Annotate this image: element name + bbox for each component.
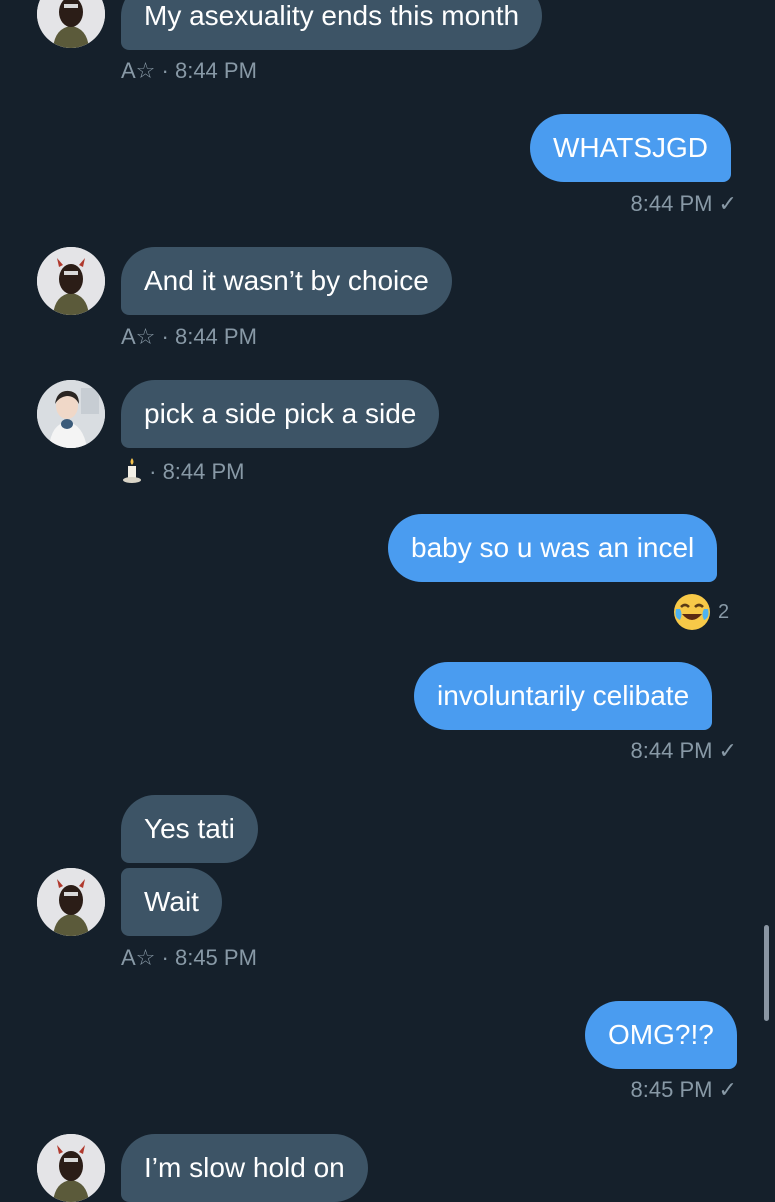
avatar-woman-icon xyxy=(37,380,105,448)
message-meta: A☆ · 8:44 PM xyxy=(121,324,257,350)
message-meta: · 8:44 PM xyxy=(121,456,245,490)
message-meta: A☆ · 8:45 PM xyxy=(121,945,257,971)
message-text: And it wasn’t by choice xyxy=(144,265,429,296)
candle-icon xyxy=(121,456,143,490)
message-text: baby so u was an incel xyxy=(411,532,695,563)
reaction-count: 2 xyxy=(718,600,730,623)
avatar-devil-icon xyxy=(37,1134,105,1202)
avatar-devil[interactable] xyxy=(37,0,105,48)
avatar-devil[interactable] xyxy=(37,1134,105,1202)
message-bubble[interactable]: Wait xyxy=(121,868,222,936)
message-bubble[interactable]: Yes tati xyxy=(121,795,258,863)
timestamp: · 8:44 PM xyxy=(149,458,245,484)
message-bubble[interactable]: I’m slow hold on xyxy=(121,1134,368,1202)
message-text: Wait xyxy=(144,886,199,917)
message-meta: 8:44 PM ✓ xyxy=(580,191,737,217)
avatar-woman[interactable] xyxy=(37,380,105,448)
timestamp: 8:45 PM ✓ xyxy=(630,1077,737,1102)
message-text: I’m slow hold on xyxy=(144,1152,345,1183)
message-bubble[interactable]: And it wasn’t by choice xyxy=(121,247,452,315)
message-text: My asexuality ends this month xyxy=(144,0,520,31)
laughing-crying-emoji-icon xyxy=(674,594,710,630)
message-bubble[interactable]: involuntarily celibate xyxy=(414,662,713,730)
avatar-devil-icon xyxy=(37,247,105,315)
message-bubble[interactable]: My asexuality ends this month xyxy=(121,0,543,50)
avatar-devil-icon xyxy=(37,0,105,48)
message-bubble[interactable]: WHATSJGD xyxy=(530,114,732,182)
timestamp: 8:44 PM ✓ xyxy=(630,191,737,216)
message-bubble[interactable]: pick a side pick a side xyxy=(121,380,440,448)
message-text: involuntarily celibate xyxy=(437,680,690,711)
message-text: OMG?!? xyxy=(608,1019,714,1050)
sender-name: A☆ xyxy=(121,945,156,970)
reaction[interactable]: 2 xyxy=(672,592,729,632)
sender-name: A☆ xyxy=(121,58,156,83)
message-text: pick a side pick a side xyxy=(144,398,417,429)
message-meta: 8:45 PM ✓ xyxy=(580,1077,737,1103)
avatar-devil-icon xyxy=(37,868,105,936)
sender-name: A☆ xyxy=(121,324,156,349)
timestamp: · 8:45 PM xyxy=(161,945,257,970)
message-text: WHATSJGD xyxy=(553,132,709,163)
avatar-devil[interactable] xyxy=(37,247,105,315)
message-bubble[interactable]: baby so u was an incel xyxy=(388,514,718,582)
scrollbar[interactable] xyxy=(764,925,769,1021)
message-bubble[interactable]: OMG?!? xyxy=(585,1001,737,1069)
message-text: Yes tati xyxy=(144,813,235,844)
message-meta: 8:44 PM ✓ xyxy=(580,738,737,764)
timestamp: · 8:44 PM xyxy=(161,324,257,349)
avatar-devil[interactable] xyxy=(37,868,105,936)
timestamp: 8:44 PM ✓ xyxy=(630,738,737,763)
message-meta: A☆ · 8:44 PM xyxy=(121,58,257,84)
timestamp: · 8:44 PM xyxy=(161,58,257,83)
